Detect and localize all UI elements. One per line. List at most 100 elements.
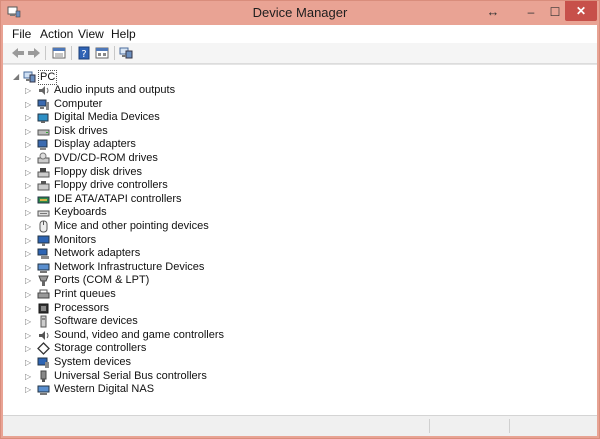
expand-arrow-icon[interactable]: ▷ <box>25 304 33 314</box>
expand-arrow-icon[interactable]: ▷ <box>25 372 33 382</box>
tree-category-item[interactable]: ▷ Digital Media Devices <box>25 111 285 125</box>
tree-category-item[interactable]: ▷ Mice and other pointing devices <box>25 220 285 234</box>
tree-category-item[interactable]: ▷ Audio inputs and outputs <box>25 84 285 98</box>
printer-icon <box>37 289 50 299</box>
toolbar-separator <box>45 46 46 60</box>
expand-arrow-icon[interactable]: ▷ <box>25 236 33 246</box>
title-bar[interactable]: Device Manager ↔ – ☐ ✕ <box>1 1 599 25</box>
help-book-icon[interactable]: ? <box>76 45 92 61</box>
tree-category-item[interactable]: ▷ Software devices <box>25 315 285 329</box>
tree-category-label: DVD/CD-ROM drives <box>54 152 158 164</box>
expand-arrow-icon[interactable]: ▷ <box>25 358 33 368</box>
tree-root-label: PC <box>38 70 58 85</box>
minimize-button[interactable]: – <box>520 3 542 21</box>
menu-file[interactable]: File <box>12 27 31 41</box>
processor-icon <box>38 303 49 314</box>
tree-category-label: Disk drives <box>54 124 108 137</box>
tree-category-item[interactable]: ▷ Floppy drive controllers <box>25 179 285 193</box>
toolbar-separator <box>71 46 72 60</box>
tree-category-item[interactable]: ▷ Monitors <box>25 234 285 248</box>
system-device-icon <box>37 357 49 368</box>
keyboard-icon <box>37 210 50 217</box>
tree-category-item[interactable]: ▷ System devices <box>25 356 285 370</box>
tree-category-label: IDE ATA/ATAPI controllers <box>54 192 182 205</box>
dvd-drive-icon <box>37 152 50 164</box>
software-device-icon <box>40 315 47 328</box>
tree-category-item[interactable]: ▷ Print queues <box>25 288 285 302</box>
menu-action[interactable]: Action <box>40 27 73 41</box>
tree-category-item[interactable]: ▷ Network adapters <box>25 247 285 261</box>
speaker-icon <box>39 86 49 95</box>
toolbar: ? <box>3 43 597 64</box>
tree-category-item[interactable]: ▷ Processors <box>25 302 285 316</box>
expand-arrow-icon[interactable]: ▷ <box>25 290 33 300</box>
expand-arrow-icon[interactable]: ▷ <box>25 222 33 232</box>
ide-controller-icon <box>37 196 50 204</box>
expand-arrow-icon[interactable]: ▷ <box>25 113 33 123</box>
computer-network-icon[interactable] <box>118 45 134 61</box>
tree-category-item[interactable]: ▷ Disk drives <box>25 125 285 139</box>
expand-arrow-icon[interactable]: ▷ <box>25 249 33 259</box>
tree-category-item[interactable]: ▷ Keyboards <box>25 206 285 220</box>
toolbar-separator <box>114 46 115 60</box>
expand-arrow-icon[interactable]: ▷ <box>25 168 33 178</box>
tree-category-label: Mice and other pointing devices <box>54 220 209 232</box>
network-adapter-icon <box>37 248 49 260</box>
expand-arrow-icon[interactable]: ▷ <box>25 100 33 110</box>
status-cell <box>429 419 510 433</box>
menu-help[interactable]: Help <box>111 27 136 41</box>
expand-arrow-icon[interactable]: ▷ <box>25 331 33 341</box>
tree-category-item[interactable]: ▷ Display adapters <box>25 138 285 152</box>
tree-category-item[interactable]: ▷ Sound, video and game controllers <box>25 329 285 343</box>
tree-category-item[interactable]: ▷ DVD/CD-ROM drives <box>25 152 285 166</box>
floppy-controller-icon <box>37 181 50 191</box>
collapse-arrow-icon[interactable]: ◢ <box>13 72 21 82</box>
tree-category-label: System devices <box>54 356 132 368</box>
tree-category-item[interactable]: ▷ Floppy disk drives <box>25 166 285 180</box>
tree-category-label: Display adapters <box>54 138 136 151</box>
expand-arrow-icon[interactable]: ▷ <box>25 208 33 218</box>
tree-category-item[interactable]: ▷ Universal Serial Bus controllers <box>25 370 285 384</box>
expand-arrow-icon[interactable]: ▷ <box>25 385 33 395</box>
tree-category-item[interactable]: ▷ Ports (COM & LPT) <box>25 274 285 288</box>
expand-arrow-icon[interactable]: ▷ <box>25 181 33 191</box>
properties-grid-icon[interactable] <box>51 45 67 61</box>
maximize-button[interactable]: ☐ <box>544 3 566 21</box>
expand-arrow-icon[interactable]: ▷ <box>25 154 33 164</box>
status-cell <box>509 419 590 433</box>
tree-category-label: Print queues <box>54 288 116 300</box>
tree-category-label: Storage controllers <box>54 342 147 355</box>
tree-category-item[interactable]: ▷ Western Digital NAS <box>25 383 285 397</box>
forward-arrow-icon[interactable] <box>26 45 42 61</box>
tree-category-label: Keyboards <box>54 206 107 219</box>
device-manager-window: Device Manager ↔ – ☐ ✕ File Action View … <box>0 0 600 439</box>
tree-category-label: Audio inputs and outputs <box>54 84 176 96</box>
view-list-icon[interactable] <box>94 45 110 61</box>
tree-root[interactable]: ◢ PC <box>13 70 103 85</box>
computer-icon <box>37 99 49 110</box>
expand-arrow-icon[interactable]: ▷ <box>25 86 33 96</box>
tree-category-item[interactable]: ▷ Computer <box>25 98 285 112</box>
expand-arrow-icon[interactable]: ▷ <box>25 263 33 273</box>
resize-icon[interactable]: ↔ <box>483 3 503 21</box>
storage-controller-icon <box>37 342 50 356</box>
device-tree[interactable]: ◢ PC ▷ Audio inputs and outputs ▷ Computer ▷… <box>3 64 597 415</box>
expand-arrow-icon[interactable]: ▷ <box>25 195 33 205</box>
tree-category-item[interactable]: ▷ Network Infrastructure Devices <box>25 261 285 275</box>
display-adapter-icon <box>37 139 48 151</box>
disk-drive-icon <box>37 129 50 136</box>
close-button[interactable]: ✕ <box>565 1 597 21</box>
expand-arrow-icon[interactable]: ▷ <box>25 140 33 150</box>
expand-arrow-icon[interactable]: ▷ <box>25 344 33 354</box>
monitor-icon <box>37 235 50 246</box>
tree-category-item[interactable]: ▷ IDE ATA/ATAPI controllers <box>25 193 285 207</box>
menu-view[interactable]: View <box>78 27 104 41</box>
sound-icon <box>39 330 49 340</box>
tree-category-label: Western Digital NAS <box>54 383 155 396</box>
back-arrow-icon[interactable] <box>10 45 26 61</box>
expand-arrow-icon[interactable]: ▷ <box>25 276 33 286</box>
tree-category-item[interactable]: ▷ Storage controllers <box>25 342 285 356</box>
expand-arrow-icon[interactable]: ▷ <box>25 317 33 327</box>
usb-icon <box>40 370 47 382</box>
expand-arrow-icon[interactable]: ▷ <box>25 127 33 137</box>
